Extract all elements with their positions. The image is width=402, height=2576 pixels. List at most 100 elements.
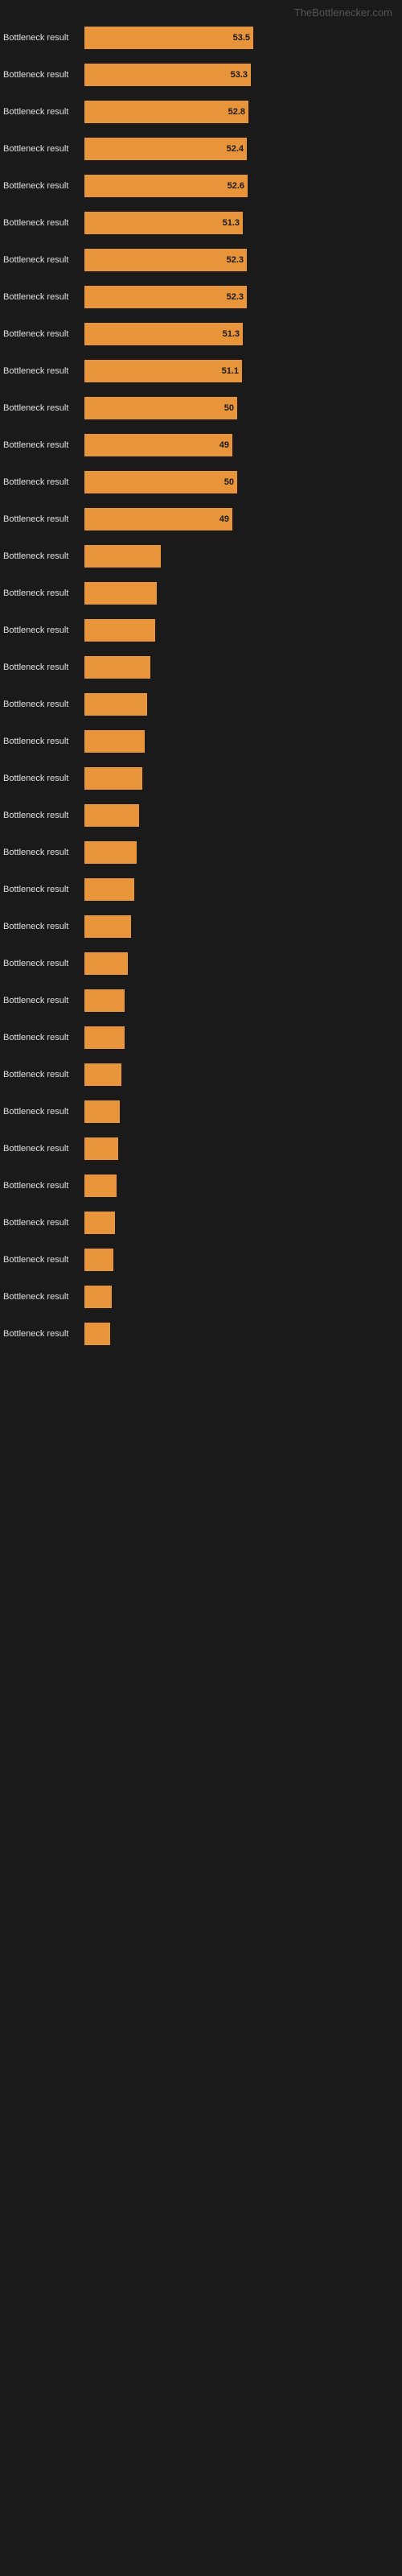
bar-wrapper: 51.3 [84, 323, 402, 345]
bar-value: 51.3 [219, 329, 240, 339]
bar-wrapper [84, 656, 402, 679]
table-row: Bottleneck result [0, 1060, 402, 1089]
bar-wrapper [84, 1026, 402, 1049]
bar [84, 1100, 120, 1123]
bar: 52.8 [84, 101, 248, 123]
table-row: Bottleneck result51.1 [0, 357, 402, 386]
bar [84, 952, 128, 975]
bar [84, 1174, 117, 1197]
bar-label: Bottleneck result [0, 329, 84, 339]
site-title: TheBottlenecker.com [0, 0, 402, 22]
bar-value: 51.3 [219, 218, 240, 228]
bar-wrapper [84, 730, 402, 753]
bar-wrapper [84, 989, 402, 1012]
bar: 52.4 [84, 138, 247, 160]
table-row: Bottleneck result [0, 1245, 402, 1274]
bar [84, 1137, 118, 1160]
table-row: Bottleneck result [0, 542, 402, 571]
table-row: Bottleneck result52.6 [0, 171, 402, 200]
bar: 53.3 [84, 64, 251, 86]
table-row: Bottleneck result [0, 1023, 402, 1052]
bar-value: 50 [221, 477, 234, 487]
table-row: Bottleneck result [0, 764, 402, 793]
bar [84, 989, 125, 1012]
bar-label: Bottleneck result [0, 1181, 84, 1191]
table-row: Bottleneck result53.5 [0, 23, 402, 52]
bar-label: Bottleneck result [0, 737, 84, 746]
bar-wrapper: 52.6 [84, 175, 402, 197]
bar [84, 582, 157, 605]
bar [84, 1026, 125, 1049]
bar-value: 53.5 [230, 33, 250, 43]
bar [84, 1249, 113, 1271]
bar [84, 1212, 115, 1234]
bar-wrapper: 53.5 [84, 27, 402, 49]
bar: 50 [84, 471, 237, 493]
table-row: Bottleneck result [0, 949, 402, 978]
table-row: Bottleneck result [0, 1097, 402, 1126]
bar-wrapper [84, 1212, 402, 1234]
table-row: Bottleneck result [0, 875, 402, 904]
bar-value: 52.4 [224, 144, 244, 154]
table-row: Bottleneck result 49 [0, 431, 402, 460]
bar-wrapper [84, 841, 402, 864]
bar-label: Bottleneck result [0, 848, 84, 857]
bar-wrapper: 49 [84, 434, 402, 456]
bar-wrapper: 53.3 [84, 64, 402, 86]
bar-wrapper: 51.1 [84, 360, 402, 382]
table-row: Bottleneck result52.3 [0, 246, 402, 275]
bar: 52.3 [84, 249, 247, 271]
bar-label: Bottleneck result [0, 1329, 84, 1339]
bar: 52.3 [84, 286, 247, 308]
bar-wrapper [84, 1174, 402, 1197]
bar [84, 767, 142, 790]
bar-value: 53.3 [228, 70, 248, 80]
bar [84, 693, 147, 716]
bar-wrapper [84, 878, 402, 901]
bar: 49 [84, 434, 232, 456]
table-row: Bottleneck result [0, 653, 402, 682]
bar-label: Bottleneck result [0, 700, 84, 709]
bar-label: Bottleneck result [0, 70, 84, 80]
bar-label: Bottleneck result [0, 774, 84, 783]
bar-label: Bottleneck result [0, 1070, 84, 1080]
bar-wrapper [84, 619, 402, 642]
table-row: Bottleneck result [0, 1282, 402, 1311]
bar-label: Bottleneck result [0, 551, 84, 561]
bar-label: Bottleneck result [0, 440, 84, 450]
bar: 50 [84, 397, 237, 419]
bar-label: Bottleneck result [0, 922, 84, 931]
bar-value: 52.3 [224, 255, 244, 265]
table-row: Bottleneck result [0, 616, 402, 645]
bar-value: 49 [216, 514, 229, 524]
bar-label: Bottleneck result [0, 403, 84, 413]
bar-wrapper [84, 1137, 402, 1160]
bar-label: Bottleneck result [0, 107, 84, 117]
bar-label: Bottleneck result [0, 477, 84, 487]
bar-wrapper: 50 [84, 397, 402, 419]
bar-wrapper [84, 1323, 402, 1345]
bar-value: 51.1 [219, 366, 239, 376]
bar-wrapper [84, 767, 402, 790]
table-row: Bottleneck result [0, 690, 402, 719]
table-row: Bottleneck result 49 [0, 505, 402, 534]
bar-value: 52.6 [224, 181, 244, 191]
bar [84, 1286, 112, 1308]
bar-wrapper [84, 582, 402, 605]
bar-value: 52.3 [224, 292, 244, 302]
bar: 51.1 [84, 360, 242, 382]
bar [84, 619, 155, 642]
bar-wrapper [84, 804, 402, 827]
bar-value: 49 [216, 440, 229, 450]
table-row: Bottleneck result [0, 986, 402, 1015]
table-row: Bottleneck result [0, 912, 402, 941]
bar-label: Bottleneck result [0, 514, 84, 524]
bar-label: Bottleneck result [0, 1144, 84, 1154]
bars-container: Bottleneck result53.5Bottleneck result53… [0, 23, 402, 1355]
bar-label: Bottleneck result [0, 996, 84, 1005]
bar-wrapper [84, 1249, 402, 1271]
bar-wrapper [84, 952, 402, 975]
bar-wrapper [84, 1100, 402, 1123]
table-row: Bottleneck result [0, 838, 402, 867]
bar [84, 878, 134, 901]
